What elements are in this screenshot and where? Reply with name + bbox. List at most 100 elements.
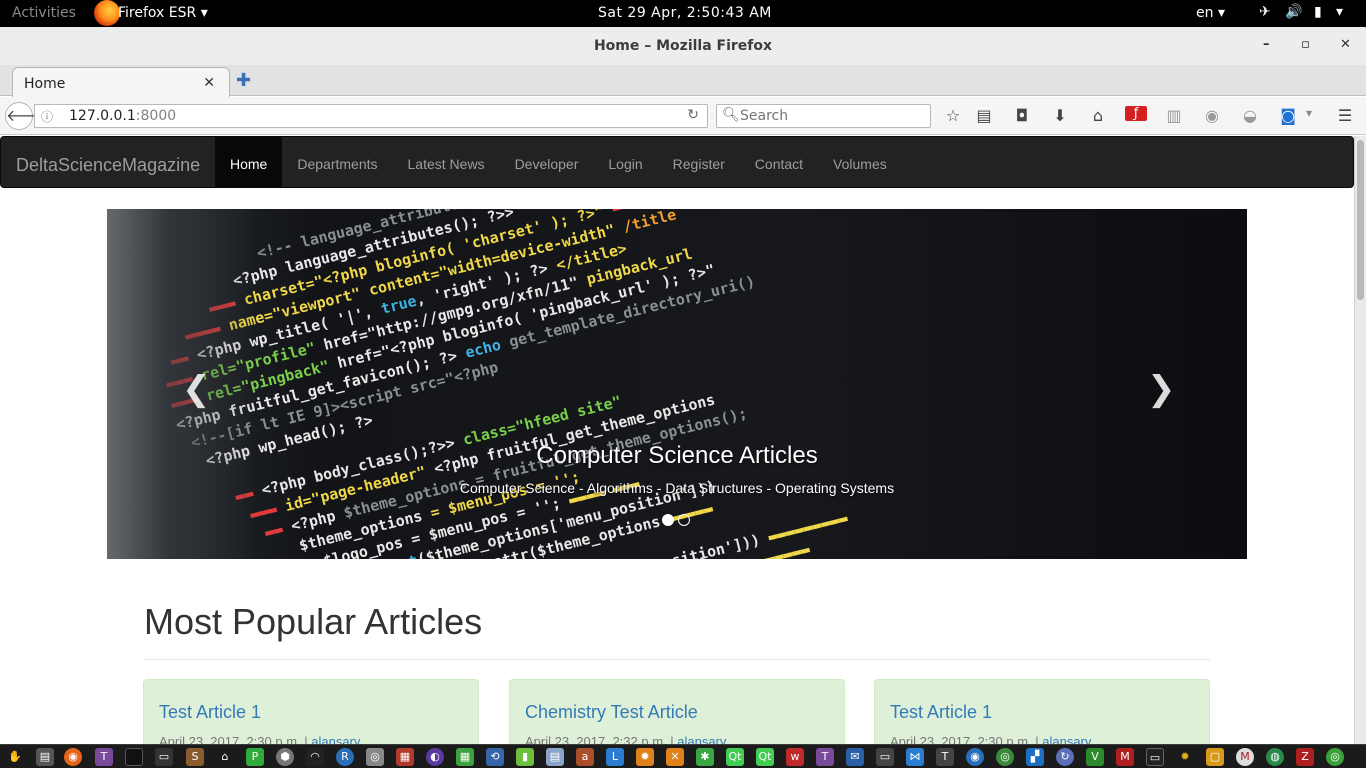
screenshot-icon[interactable]: ◙: [1277, 106, 1299, 125]
tab-close-icon[interactable]: ✕: [203, 75, 215, 91]
grid-app-icon[interactable]: ▦: [396, 748, 414, 766]
airplane-icon[interactable]: ✈: [1259, 4, 1271, 20]
libreoffice-icon[interactable]: L: [606, 748, 624, 766]
article-author-link[interactable]: alansary: [311, 734, 360, 744]
carousel-indicator-1[interactable]: [662, 514, 674, 526]
page-scrollbar[interactable]: [1354, 136, 1366, 744]
article-author-link[interactable]: alansary: [1042, 734, 1091, 744]
app-menu[interactable]: Firefox ESR ▾: [118, 5, 208, 21]
globe-icon[interactable]: ◍: [1266, 748, 1284, 766]
close-window-button[interactable]: ✕: [1340, 37, 1351, 52]
xampp-icon[interactable]: ✕: [666, 748, 684, 766]
nav-developer[interactable]: Developer: [500, 137, 594, 188]
nav-register[interactable]: Register: [658, 137, 740, 188]
qt-icon[interactable]: Qt: [726, 748, 744, 766]
qt-designer-icon[interactable]: Qt: [756, 748, 774, 766]
new-tab-button[interactable]: ✚: [236, 70, 251, 91]
package-icon[interactable]: ⬢: [276, 748, 294, 766]
document-icon[interactable]: ▮: [516, 748, 534, 766]
filezilla-icon[interactable]: Z: [1296, 748, 1314, 766]
vim-icon[interactable]: V: [1086, 748, 1104, 766]
remote-icon[interactable]: ◎: [366, 748, 384, 766]
video-icon[interactable]: ◉: [966, 748, 984, 766]
screen-icon[interactable]: ▭: [876, 748, 894, 766]
battery-icon[interactable]: ▮: [1314, 4, 1322, 20]
pocket-icon[interactable]: ◘: [1011, 106, 1033, 125]
tex-icon[interactable]: T: [816, 748, 834, 766]
nav-contact[interactable]: Contact: [740, 137, 818, 188]
maps-icon[interactable]: ◎: [996, 748, 1014, 766]
bookmark-star-icon[interactable]: ☆: [942, 106, 964, 125]
mail-icon[interactable]: ✉: [846, 748, 864, 766]
power-menu-icon[interactable]: ▾: [1336, 4, 1343, 20]
eclipse-icon[interactable]: ◐: [426, 748, 444, 766]
window-preview-icon[interactable]: [125, 748, 143, 766]
nav-departments[interactable]: Departments: [282, 137, 392, 188]
nav-home[interactable]: Home: [215, 137, 283, 188]
home-icon[interactable]: ⌂: [1087, 106, 1109, 125]
blocks-icon[interactable]: ▞: [1026, 748, 1044, 766]
reading-list-icon[interactable]: ▤: [973, 106, 995, 125]
article-title-link[interactable]: Test Article 1: [890, 702, 992, 723]
activities-button[interactable]: Activities: [12, 5, 76, 21]
vscode-icon[interactable]: ⋈: [906, 748, 924, 766]
article-card: Chemistry Test Article April 23, 2017, 2…: [509, 679, 845, 744]
wireshark-icon[interactable]: w: [786, 748, 804, 766]
url-bar[interactable]: ⓘ 127.0.0.1:8000 ↻: [34, 104, 708, 128]
carousel-indicator-2[interactable]: [678, 514, 690, 526]
home-folder-icon[interactable]: ⌂: [216, 748, 234, 766]
web-icon[interactable]: ◎: [1326, 748, 1344, 766]
pycharm-icon[interactable]: P: [246, 748, 264, 766]
firefox-icon[interactable]: ◉: [64, 748, 82, 766]
article-title-link[interactable]: Test Article 1: [159, 702, 261, 723]
menu-icon[interactable]: ☰: [1334, 106, 1356, 125]
carousel-prev-icon[interactable]: ❮: [182, 369, 211, 409]
texmaker-icon[interactable]: T: [95, 748, 113, 766]
language-selector[interactable]: en ▾: [1196, 5, 1225, 21]
article-title-link[interactable]: Chemistry Test Article: [525, 702, 698, 723]
overflow-icon[interactable]: ▾: [1298, 106, 1320, 120]
download-icon[interactable]: ⬇: [1049, 106, 1071, 125]
flash-icon[interactable]: ƒ: [1125, 106, 1147, 121]
files-icon[interactable]: ▤: [36, 748, 54, 766]
sun-icon[interactable]: ✹: [1176, 748, 1194, 766]
article-author-link[interactable]: alansary: [677, 734, 726, 744]
paw-icon[interactable]: ✋: [6, 748, 24, 766]
frame-icon[interactable]: ▢: [1206, 748, 1224, 766]
sublime-icon[interactable]: S: [186, 748, 204, 766]
volume-icon[interactable]: 🔊: [1285, 4, 1302, 20]
search-box[interactable]: 🔍︎: [716, 104, 931, 128]
mendeley-icon[interactable]: M: [1116, 748, 1134, 766]
nav-login[interactable]: Login: [593, 137, 657, 188]
reload-icon[interactable]: ↻: [687, 107, 699, 123]
console-icon[interactable]: ▭: [1146, 748, 1164, 766]
url-text[interactable]: 127.0.0.1:8000: [69, 108, 176, 124]
sync-icon[interactable]: ◒: [1239, 106, 1261, 125]
minimize-button[interactable]: –: [1263, 37, 1270, 52]
carousel-next-icon[interactable]: ❯: [1147, 369, 1176, 409]
network-icon[interactable]: ⟲: [486, 748, 504, 766]
r-icon[interactable]: R: [336, 748, 354, 766]
search-input[interactable]: [740, 108, 920, 124]
settings-app-icon[interactable]: ✹: [636, 748, 654, 766]
clock[interactable]: Sat 29 Apr, 2:50:43 AM: [598, 5, 772, 21]
canopy-icon[interactable]: ◠: [306, 748, 324, 766]
latex-icon[interactable]: T: [936, 748, 954, 766]
nav-volumes[interactable]: Volumes: [818, 137, 902, 188]
site-brand[interactable]: DeltaScienceMagazine: [16, 155, 200, 176]
spreadsheet-icon[interactable]: ▦: [456, 748, 474, 766]
archive-icon[interactable]: ▥: [1163, 106, 1185, 125]
archive-app-icon[interactable]: a: [576, 748, 594, 766]
tab-home[interactable]: Home ✕: [12, 67, 230, 97]
back-button[interactable]: 🡐: [5, 102, 49, 130]
database-icon[interactable]: ▤: [546, 748, 564, 766]
maximize-button[interactable]: ▫: [1301, 37, 1310, 52]
nav-latest-news[interactable]: Latest News: [393, 137, 500, 188]
gmail-icon[interactable]: M: [1236, 748, 1254, 766]
scrollbar-thumb[interactable]: [1357, 140, 1364, 300]
bug-icon[interactable]: ✱: [696, 748, 714, 766]
sync-app-icon[interactable]: ↻: [1056, 748, 1074, 766]
site-info-icon[interactable]: ⓘ: [41, 108, 53, 125]
terminal-icon[interactable]: ▭: [155, 748, 173, 766]
addon-icon[interactable]: ◉: [1201, 106, 1223, 125]
